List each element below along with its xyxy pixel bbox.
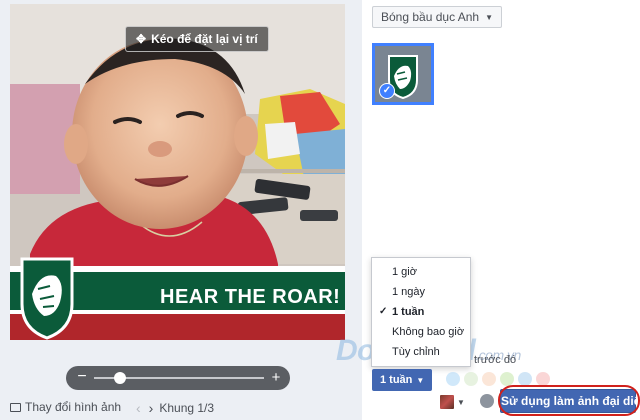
duration-option-label: 1 giờ [392,266,417,278]
frame-category-select[interactable]: Bóng bầu dục Anh ▼ [372,6,503,28]
duration-option-label: 1 tuần [392,306,425,318]
duration-option[interactable]: 1 ngày [372,283,470,301]
move-arrows-icon: ✥ [136,32,147,46]
decorative-dots [446,372,550,386]
duration-option-label: 1 ngày [392,286,426,298]
zoom-slider-handle[interactable] [113,372,126,384]
check-icon: ✓ [379,306,388,317]
dot [446,372,460,386]
drag-to-reposition-hint[interactable]: ✥ Kéo để đặt lại vị trí [125,26,269,52]
caret-down-icon[interactable]: ▼ [457,398,465,407]
duration-option-label: Không bao giờ [392,326,465,338]
dot [518,372,532,386]
duration-option[interactable]: 1 giờ [372,263,470,281]
change-photo-label: Thay đổi hình ảnh [25,400,122,414]
chevron-right-icon[interactable]: › [149,400,154,416]
dot [482,372,496,386]
change-photo-button[interactable]: Thay đổi hình ảnh [10,400,121,414]
selected-check-icon: ✓ [379,83,395,99]
photo-editor-panel: HEAR THE ROAR! ✥ Kéo để đặt lại vị trí − … [0,0,362,420]
globe-icon[interactable] [480,394,494,408]
duration-option-label: Tùy chỉnh [392,346,440,358]
plus-icon[interactable]: + [268,369,284,386]
chevron-left-icon[interactable]: ‹ [136,400,141,416]
frame-counter: Khung 1/3 [159,401,215,415]
frame-navigation: ‹ › Khung 1/3 [136,400,214,416]
dot [500,372,514,386]
duration-option[interactable]: Tùy chỉnh [372,343,470,361]
caret-down-icon: ▼ [485,12,494,22]
zoom-slider[interactable]: − + [66,366,290,390]
duration-option[interactable]: Không bao giờ [372,323,470,341]
photo-icon [10,402,21,412]
duration-dropdown-menu: 1 giờ 1 ngày ✓ 1 tuần Không bao giờ Tùy chỉnh [371,257,471,367]
dot [536,372,550,386]
duration-option[interactable]: ✓ 1 tuần [372,303,470,321]
banner-slogan: HEAR THE ROAR! [160,286,341,308]
avatar[interactable] [440,395,454,409]
dot [464,372,478,386]
drag-hint-label: Kéo để đặt lại vị trí [151,32,258,46]
minus-icon[interactable]: − [74,369,90,385]
profile-photo-preview[interactable]: HEAR THE ROAR! ✥ Kéo để đặt lại vị trí [10,4,345,340]
duration-button-label: 1 tuần [380,374,413,386]
use-as-profile-picture-button[interactable]: Sử dụng làm ảnh đại diện [500,389,640,413]
duration-dropdown-button[interactable]: 1 tuần ▼ [372,369,432,391]
frame-thumbnail[interactable]: ✓ [372,43,434,105]
duration-trailing-text: trước đó [474,354,517,366]
caret-down-icon: ▼ [416,376,425,385]
frame-category-label: Bóng bầu dục Anh [381,10,480,24]
